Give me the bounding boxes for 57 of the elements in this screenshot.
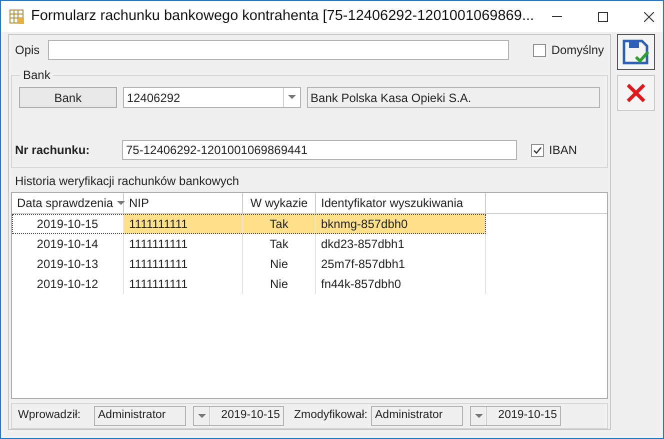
checkbox-label: Domyślny: [551, 42, 604, 59]
table-cell: 2019-10-12: [12, 274, 124, 294]
app-icon: [9, 8, 25, 24]
modified-label: Zmodyfikował:: [294, 408, 368, 424]
checkbox[interactable]: [531, 144, 544, 156]
bank-code-value: 12406292: [126, 90, 182, 106]
caret-icon: [288, 95, 296, 100]
table-cell: fn44k-857dbh0: [316, 274, 486, 294]
checkbox[interactable]: [533, 44, 546, 56]
bank-code-combo[interactable]: 12406292: [122, 87, 301, 108]
caret-icon: [117, 200, 126, 206]
table-row[interactable]: 2019-10-15 1111111111 Tak bknmg-857dbh0: [12, 214, 486, 234]
table-cell: 1111111111: [124, 214, 243, 234]
account-label: Nr rachunku:: [15, 142, 91, 159]
table-cell: 1111111111: [124, 274, 243, 294]
maximize-icon: [598, 12, 608, 22]
table-cell: dkd23-857dbh1: [316, 234, 486, 254]
modified-date-field: 2019-10-15: [470, 406, 561, 426]
cancel-icon: [625, 82, 647, 104]
table-cell: 1111111111: [124, 254, 243, 274]
table-row[interactable]: 2019-10-14 1111111111 Tak dkd23-857dbh1: [12, 234, 486, 254]
save-button[interactable]: [617, 34, 655, 70]
minimize-icon: [552, 16, 562, 17]
column-header[interactable]: W wykazie: [243, 193, 316, 213]
check-icon: [533, 146, 542, 154]
caret-icon: [198, 414, 206, 418]
account-field[interactable]: 75-12406292-1201001069869441: [122, 140, 517, 160]
caret-icon: [474, 414, 482, 418]
table-cell: 25m7f-857dbh1: [316, 254, 486, 274]
checkbox-label: IBAN: [549, 142, 578, 159]
description-field[interactable]: [48, 40, 510, 60]
entered-date-field: 2019-10-15: [193, 406, 284, 426]
entered-by-field: Administrator: [94, 406, 186, 426]
cancel-button[interactable]: [617, 75, 655, 111]
table-cell: Tak: [243, 214, 316, 234]
column-header[interactable]: Data sprawdzenia: [12, 193, 124, 213]
table-row[interactable]: 2019-10-12 1111111111 Nie fn44k-857dbh0: [12, 274, 486, 294]
column-header[interactable]: Identyfikator wyszukiwania: [316, 193, 486, 213]
window-title: Formularz rachunku bankowego kontrahenta [75-12406292-1201001069869...: [31, 6, 534, 26]
table-cell: bknmg-857dbh0: [316, 214, 486, 234]
history-title: Historia weryfikacji rachunków bankowych: [14, 174, 240, 188]
table-cell: 2019-10-13: [12, 254, 124, 274]
column-header[interactable]: NIP: [124, 193, 243, 213]
table-cell: 1111111111: [124, 234, 243, 254]
table-cell: Nie: [243, 274, 316, 294]
bank-name-field: Bank Polska Kasa Opieki S.A.: [306, 87, 600, 108]
entered-label: Wprowadził:: [18, 408, 82, 424]
table-row[interactable]: 2019-10-13 1111111111 Nie 25m7f-857dbh1: [12, 254, 486, 274]
bank-button[interactable]: Bank: [19, 87, 117, 108]
save-icon: [622, 39, 650, 65]
table-cell: 2019-10-14: [12, 234, 124, 254]
table-cell: Nie: [243, 254, 316, 274]
close-icon: [644, 12, 654, 22]
modified-by-field: Administrator: [371, 406, 463, 426]
description-label: Opis: [15, 42, 41, 59]
table-cell: Tak: [243, 234, 316, 254]
group-legend: Bank: [20, 68, 54, 82]
